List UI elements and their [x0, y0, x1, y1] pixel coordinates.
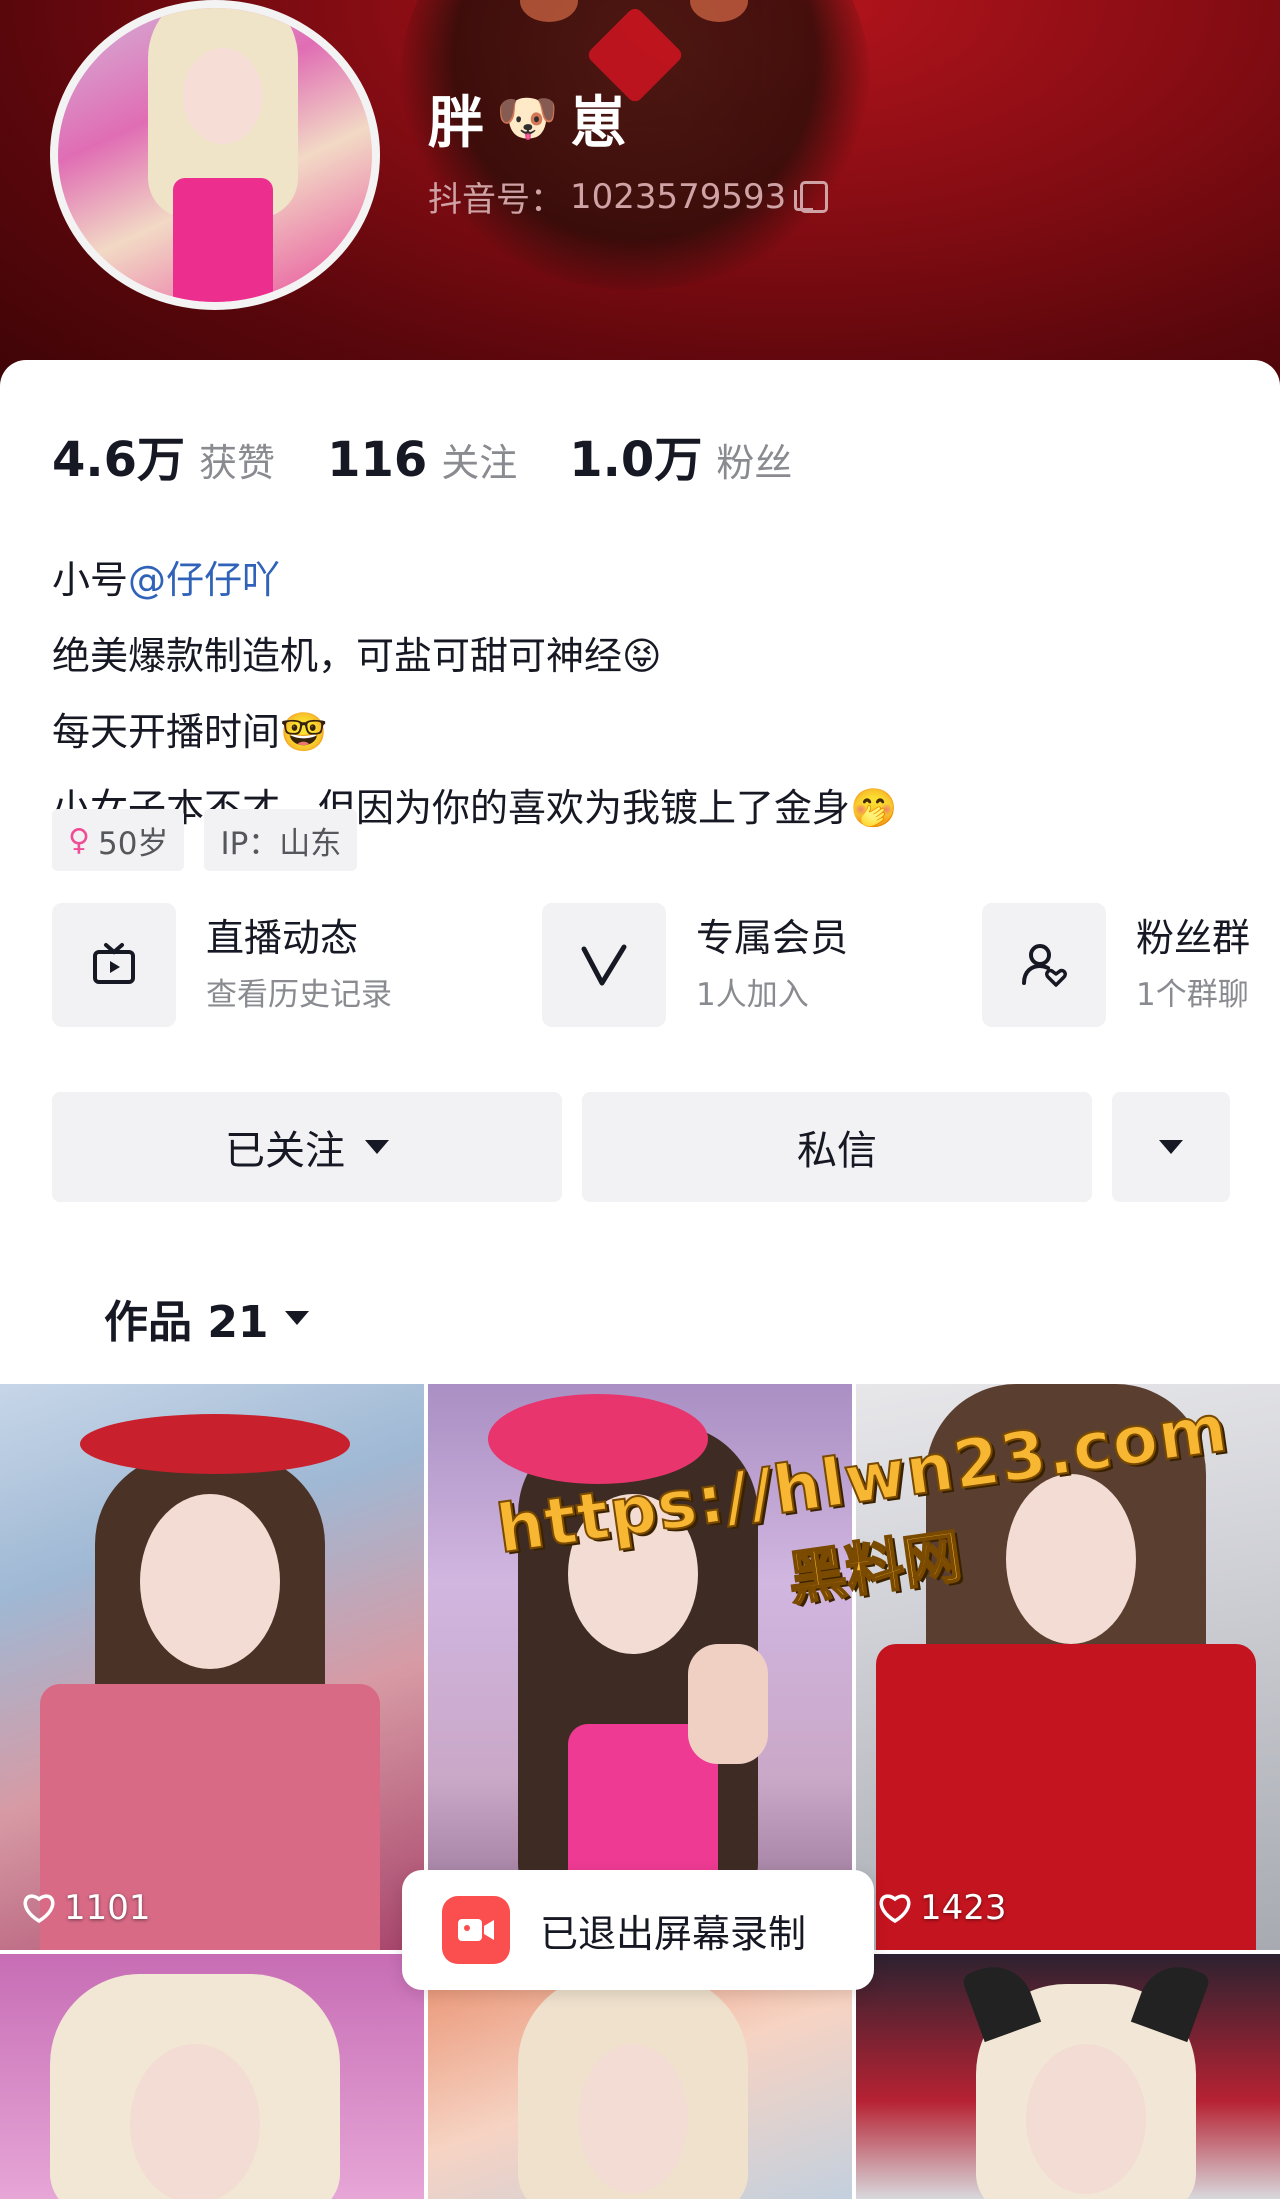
stat-value: 4.6万 [52, 432, 186, 488]
bio-prefix: 小号 [52, 558, 129, 602]
bio: 小号@仔仔吖 绝美爆款制造机，可盐可甜可神经😝 每天开播时间🤓 小女子本不才，但… [52, 542, 897, 846]
feature-subtitle: 查看历史记录 [206, 977, 392, 1013]
nickname-part: 胖 [428, 91, 486, 156]
video-thumbnail[interactable] [0, 1954, 424, 2199]
female-icon: ♀ [68, 822, 90, 858]
thumbnail-face [140, 1494, 280, 1669]
stat-value: 1.0万 [569, 432, 703, 488]
stat-label: 关注 [441, 441, 518, 485]
stat-likes[interactable]: 4.6万 获赞 [52, 420, 275, 490]
action-buttons: 已关注 私信 [52, 1092, 1230, 1202]
dog-emoji-icon: 🐶 [496, 89, 561, 147]
video-thumbnail[interactable]: 1101 [0, 1384, 424, 1950]
feature-live-history[interactable]: 直播动态 查看历史记录 [52, 903, 392, 1027]
message-button[interactable]: 私信 [582, 1092, 1092, 1202]
stats-row: 4.6万 获赞 116 关注 1.0万 粉丝 [52, 420, 844, 490]
heart-outline-icon [879, 1894, 911, 1923]
stat-following[interactable]: 116 关注 [327, 432, 517, 488]
thumbnail-face [130, 2044, 260, 2199]
heart-outline-icon [23, 1894, 55, 1923]
copy-icon[interactable] [794, 180, 829, 213]
douyin-id-value: 1023579593 [570, 176, 787, 217]
douyin-id-label: 抖音号： [428, 180, 564, 220]
video-camera-icon [442, 1896, 510, 1964]
more-options-button[interactable] [1112, 1092, 1230, 1202]
group-icon [982, 903, 1106, 1027]
avatar[interactable] [50, 0, 380, 310]
ip-tag-label: IP：山东 [220, 825, 342, 862]
nickname: 胖 🐶 崽 [428, 78, 628, 159]
like-count-value: 1101 [64, 1888, 151, 1928]
bio-line: 绝美爆款制造机，可盐可甜可神经😝 [52, 634, 662, 678]
followed-button[interactable]: 已关注 [52, 1092, 562, 1202]
feature-title: 粉丝群 [1136, 916, 1251, 960]
thumbnail-face [1026, 2044, 1146, 2194]
avatar-face [183, 48, 263, 144]
stat-label: 粉丝 [716, 441, 793, 485]
like-count-value: 1423 [920, 1888, 1007, 1928]
avatar-dress [173, 178, 273, 302]
bio-mention-link[interactable]: @仔仔吖 [128, 558, 280, 602]
mascot-cheek [690, 0, 748, 22]
nickname-part: 崽 [570, 91, 629, 156]
toast-text: 已退出屏幕录制 [540, 1911, 807, 1956]
feature-membership[interactable]: 专属会员 1人加入 [542, 903, 848, 1027]
douyin-id: 抖音号： 1023579593 [428, 172, 829, 221]
stat-value: 116 [327, 432, 428, 488]
feature-title: 专属会员 [696, 916, 849, 960]
feature-fan-group[interactable]: 粉丝群 1个群聊 [982, 903, 1250, 1027]
like-count: 1101 [22, 1888, 151, 1928]
thumbnail-hand [688, 1644, 768, 1764]
tab-works[interactable]: 作品 21 [104, 1286, 309, 1350]
age-tag-label: 50岁 [97, 825, 169, 862]
stat-followers[interactable]: 1.0万 粉丝 [569, 420, 792, 490]
like-count: 1423 [878, 1888, 1007, 1928]
v-icon [542, 903, 666, 1027]
profile-tags: ♀ 50岁 IP：山东 [52, 809, 358, 871]
stat-label: 获赞 [199, 441, 276, 485]
followed-button-label: 已关注 [225, 1128, 345, 1174]
chevron-down-icon [365, 1140, 389, 1154]
feature-entries: 直播动态 查看历史记录 专属会员 1人加入 粉丝群 1个群聊 [52, 903, 1280, 1033]
feature-subtitle: 1个群聊 [1136, 977, 1249, 1013]
tv-icon [52, 903, 176, 1027]
bio-line: 每天开播时间🤓 [52, 710, 328, 754]
screen-recording-toast: 已退出屏幕录制 [402, 1870, 874, 1990]
feature-subtitle: 1人加入 [696, 977, 809, 1013]
profile-header: 胖 🐶 崽 抖音号： 1023579593 [0, 0, 1280, 400]
age-tag: ♀ 50岁 [52, 809, 185, 871]
feature-title: 直播动态 [206, 916, 359, 960]
thumbnail-headdress [80, 1414, 350, 1474]
works-tab-label: 作品 21 [104, 1297, 269, 1348]
video-thumbnail[interactable] [856, 1954, 1280, 2199]
bio-line: 小号@仔仔吖 [52, 542, 897, 618]
mascot-cheek [520, 0, 578, 22]
message-button-label: 私信 [797, 1128, 877, 1174]
thumbnail-face [578, 2044, 688, 2194]
ip-tag: IP：山东 [204, 809, 358, 871]
chevron-down-icon [284, 1311, 309, 1325]
video-thumbnail[interactable] [428, 1954, 852, 2199]
chevron-down-icon [1159, 1140, 1183, 1154]
